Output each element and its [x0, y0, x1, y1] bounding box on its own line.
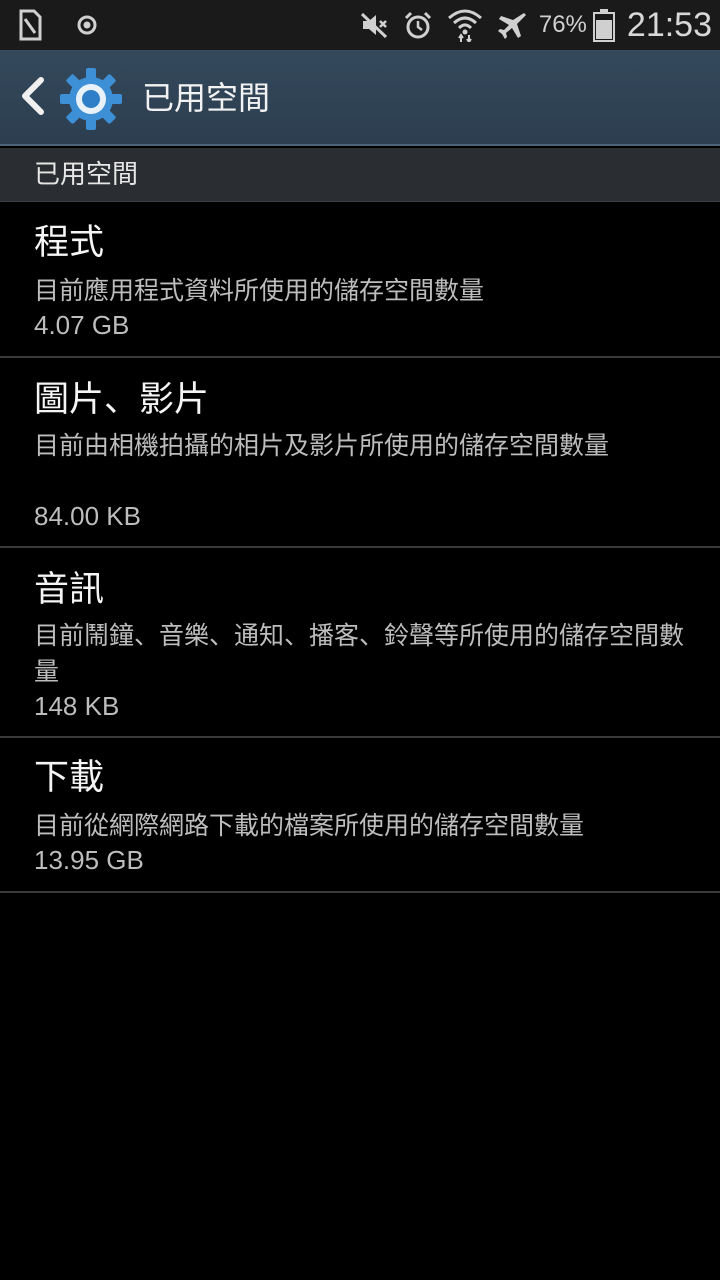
status-bar: 76% 21:53 [0, 0, 720, 50]
action-bar: 已用空間 [0, 50, 720, 146]
list-item-value: 148 KB [34, 691, 120, 721]
list-item-title: 程式 [34, 223, 105, 263]
gear-icon[interactable] [58, 66, 124, 132]
list-item-value: 84.00 KB [34, 501, 141, 531]
list-item-title: 音訊 [34, 570, 105, 610]
mute-icon [359, 10, 389, 40]
battery-icon [592, 8, 615, 42]
status-bar-left [18, 8, 98, 42]
list-item-value: 13.95 GB [34, 845, 144, 875]
airplane-mode-icon [497, 9, 529, 41]
list-item-title: 圖片、影片 [34, 380, 210, 420]
status-bar-right: 76% 21:53 [345, 0, 712, 50]
sim-card-icon [18, 9, 42, 41]
list-item-description: 目前由相機拍攝的相片及影片所使用的儲存空間數量 [34, 431, 610, 460]
alarm-icon [403, 10, 433, 40]
list-item-description: 目前應用程式資料所使用的儲存空間數量 [34, 276, 485, 305]
page-title: 已用空間 [142, 79, 271, 117]
list-item-audio[interactable]: 音訊 目前鬧鐘、音樂、通知、播客、鈴聲等所使用的儲存空間數量 148 KB [0, 548, 720, 738]
list-item-description: 目前從網際網路下載的檔案所使用的儲存空間數量 [34, 811, 585, 840]
list-item-value: 4.07 GB [34, 310, 130, 340]
battery-percent: 76% [538, 11, 587, 38]
list-item-apps[interactable]: 程式 目前應用程式資料所使用的儲存空間數量 4.07 GB [0, 203, 720, 358]
section-header-label: 已用空間 [34, 160, 139, 190]
back-button[interactable] [12, 72, 52, 124]
clock: 21:53 [626, 5, 712, 44]
chevron-left-icon [19, 76, 45, 120]
list-item-pictures-videos[interactable]: 圖片、影片 目前由相機拍攝的相片及影片所使用的儲存空間數量 84.00 KB [0, 358, 720, 548]
list-item-title: 下載 [34, 758, 105, 798]
list-item-description: 目前鬧鐘、音樂、通知、播客、鈴聲等所使用的儲存空間數量 [34, 621, 685, 686]
list-item-downloads[interactable]: 下載 目前從網際網路下載的檔案所使用的儲存空間數量 13.95 GB [0, 738, 720, 893]
wifi-icon [447, 8, 483, 42]
location-target-icon [76, 14, 98, 36]
section-header: 已用空間 [0, 148, 720, 202]
